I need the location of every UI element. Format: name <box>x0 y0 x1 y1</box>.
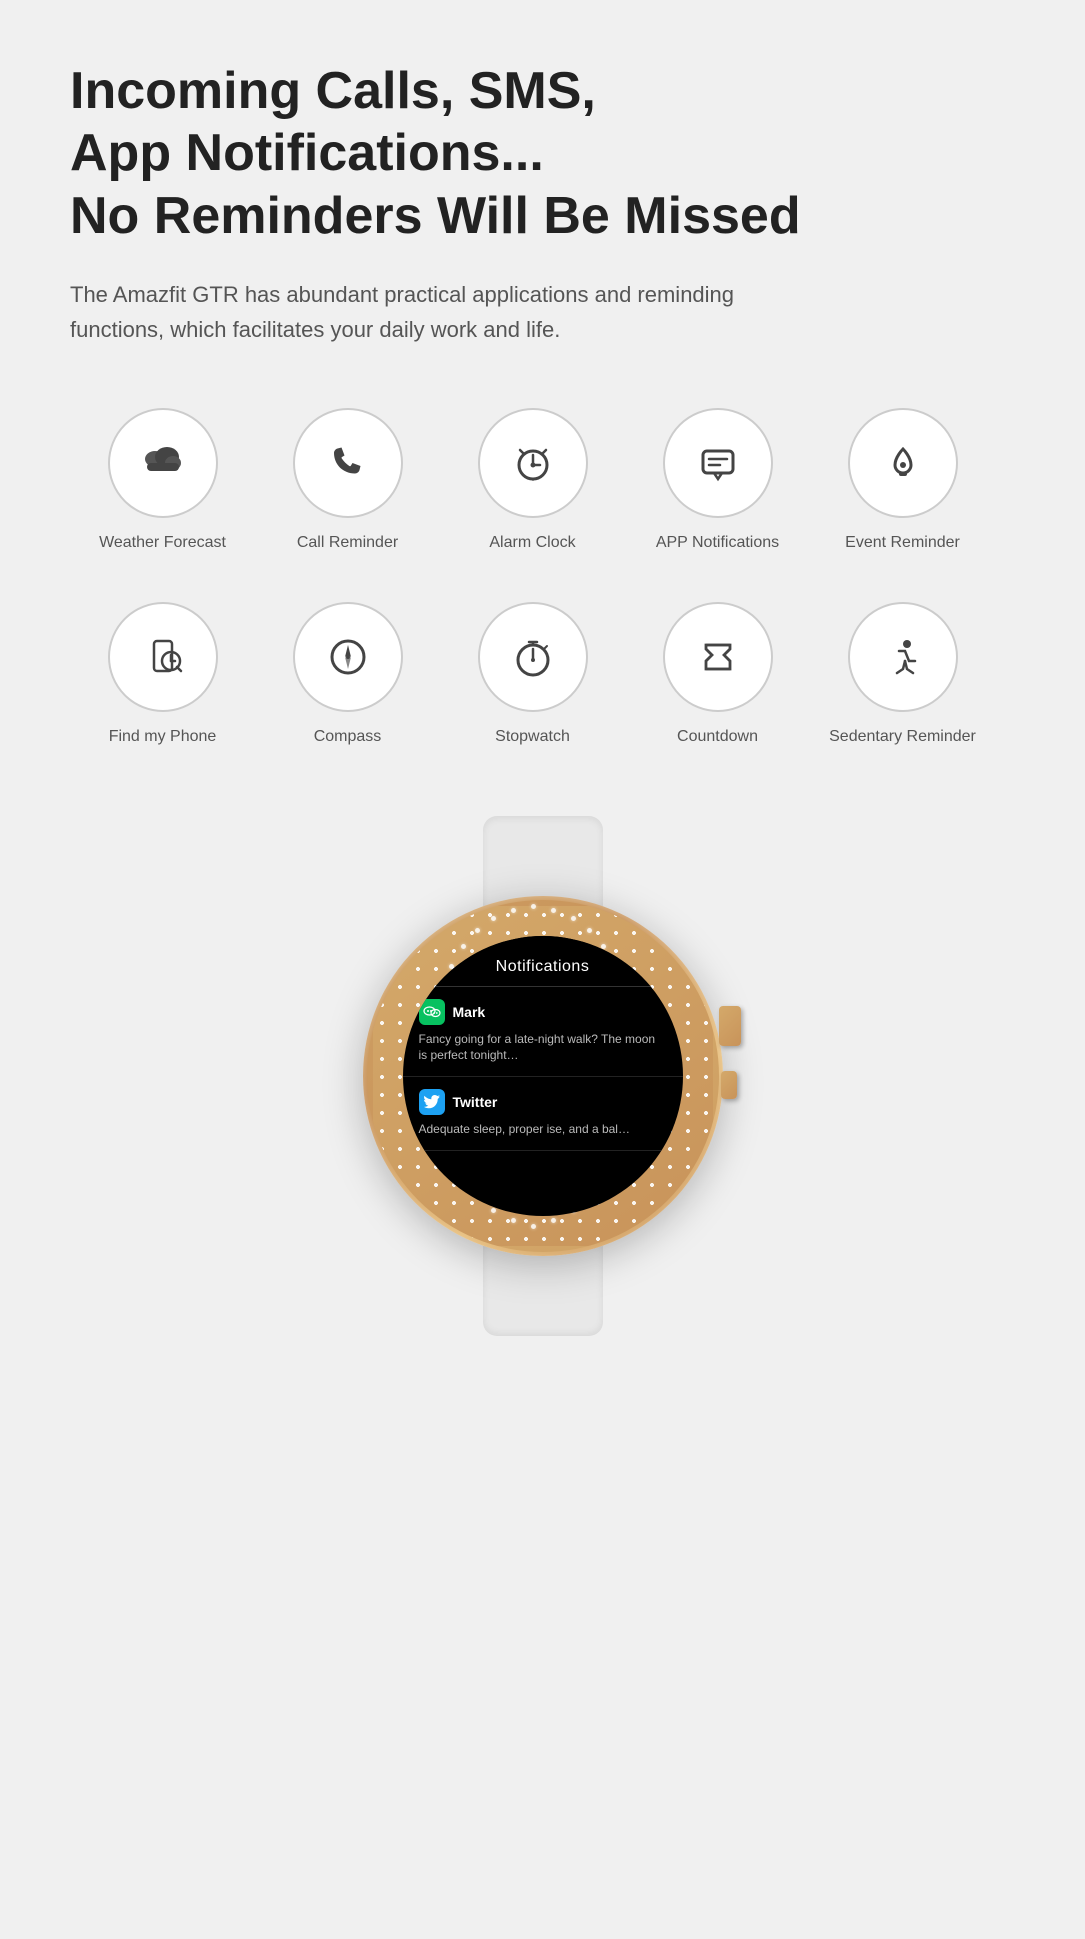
strap-top <box>483 816 603 906</box>
watch-crown-small <box>721 1071 737 1099</box>
wechat-header: Mark <box>419 999 667 1025</box>
call-reminder-label: Call Reminder <box>297 534 398 552</box>
compass-icon <box>293 602 403 712</box>
feature-find-my-phone: Find my Phone <box>70 602 255 746</box>
alarm-clock-icon <box>478 408 588 518</box>
headline-line2: App Notifications... <box>70 124 544 182</box>
feature-app-notifications: APP Notifications <box>625 408 810 552</box>
diamond-dot <box>531 904 536 909</box>
event-reminder-icon <box>848 408 958 518</box>
feature-stopwatch: Stopwatch <box>440 602 625 746</box>
diamond-dot <box>511 908 516 913</box>
diamond-dot <box>475 928 480 933</box>
find-my-phone-label: Find my Phone <box>109 728 217 746</box>
notification-twitter: Twitter Adequate sleep, proper ise, and … <box>403 1077 683 1151</box>
sedentary-reminder-icon <box>848 602 958 712</box>
call-reminder-icon <box>293 408 403 518</box>
weather-forecast-icon <box>108 408 218 518</box>
features-grid: Weather Forecast Call Reminder <box>70 408 1015 746</box>
diamond-dot <box>587 928 592 933</box>
watch-crown <box>719 1006 741 1046</box>
headline-line3: No Reminders Will Be Missed <box>70 187 801 245</box>
feature-event-reminder: Event Reminder <box>810 408 995 552</box>
screen-title: Notifications <box>496 958 590 975</box>
diamond-dot <box>491 1208 496 1213</box>
find-my-phone-icon <box>108 602 218 712</box>
notification-wechat: Mark Fancy going for a late-night walk? … <box>403 987 683 1078</box>
alarm-clock-label: Alarm Clock <box>489 534 575 552</box>
screen-header: Notifications <box>403 936 683 986</box>
feature-sedentary-reminder: Sedentary Reminder <box>810 602 995 746</box>
diamond-dot <box>571 916 576 921</box>
wechat-sender: Mark <box>453 1004 486 1020</box>
feature-weather-forecast: Weather Forecast <box>70 408 255 552</box>
twitter-header: Twitter <box>419 1089 667 1115</box>
stopwatch-icon <box>478 602 588 712</box>
wechat-message: Fancy going for a late-night walk? The m… <box>419 1031 667 1065</box>
strap-bottom <box>483 1246 603 1336</box>
event-reminder-label: Event Reminder <box>845 534 960 552</box>
app-notifications-icon <box>663 408 773 518</box>
watch-outer: Notifications <box>333 816 753 1396</box>
feature-countdown: Countdown <box>625 602 810 746</box>
feature-compass: Compass <box>255 602 440 746</box>
weather-forecast-label: Weather Forecast <box>99 534 226 552</box>
watch-screen: Notifications <box>403 936 683 1216</box>
diamond-dot <box>491 916 496 921</box>
twitter-sender: Twitter <box>453 1094 498 1110</box>
diamond-dot <box>531 1224 536 1229</box>
app-notifications-label: APP Notifications <box>656 534 779 552</box>
diamond-dot <box>551 1218 556 1223</box>
wechat-icon <box>419 999 445 1025</box>
countdown-label: Countdown <box>677 728 758 746</box>
diamond-dot <box>511 1218 516 1223</box>
twitter-message: Adequate sleep, proper ise, and a bal… <box>419 1121 667 1138</box>
stopwatch-label: Stopwatch <box>495 728 570 746</box>
countdown-icon <box>663 602 773 712</box>
compass-label: Compass <box>314 728 382 746</box>
page-wrapper: Incoming Calls, SMS, App Notifications..… <box>0 0 1085 1476</box>
headline-line1: Incoming Calls, SMS, <box>70 62 596 120</box>
watch-case: Notifications <box>363 896 723 1256</box>
watch-section: Notifications <box>70 816 1015 1396</box>
diamond-dot <box>461 944 466 949</box>
feature-call-reminder: Call Reminder <box>255 408 440 552</box>
feature-alarm-clock: Alarm Clock <box>440 408 625 552</box>
sedentary-reminder-label: Sedentary Reminder <box>829 728 976 746</box>
diamond-dot <box>551 908 556 913</box>
page-headline: Incoming Calls, SMS, App Notifications..… <box>70 60 1015 247</box>
page-description: The Amazfit GTR has abundant practical a… <box>70 277 820 347</box>
features-row-1: Weather Forecast Call Reminder <box>70 408 1015 552</box>
twitter-icon <box>419 1089 445 1115</box>
features-row-2: Find my Phone Compass <box>70 602 1015 746</box>
